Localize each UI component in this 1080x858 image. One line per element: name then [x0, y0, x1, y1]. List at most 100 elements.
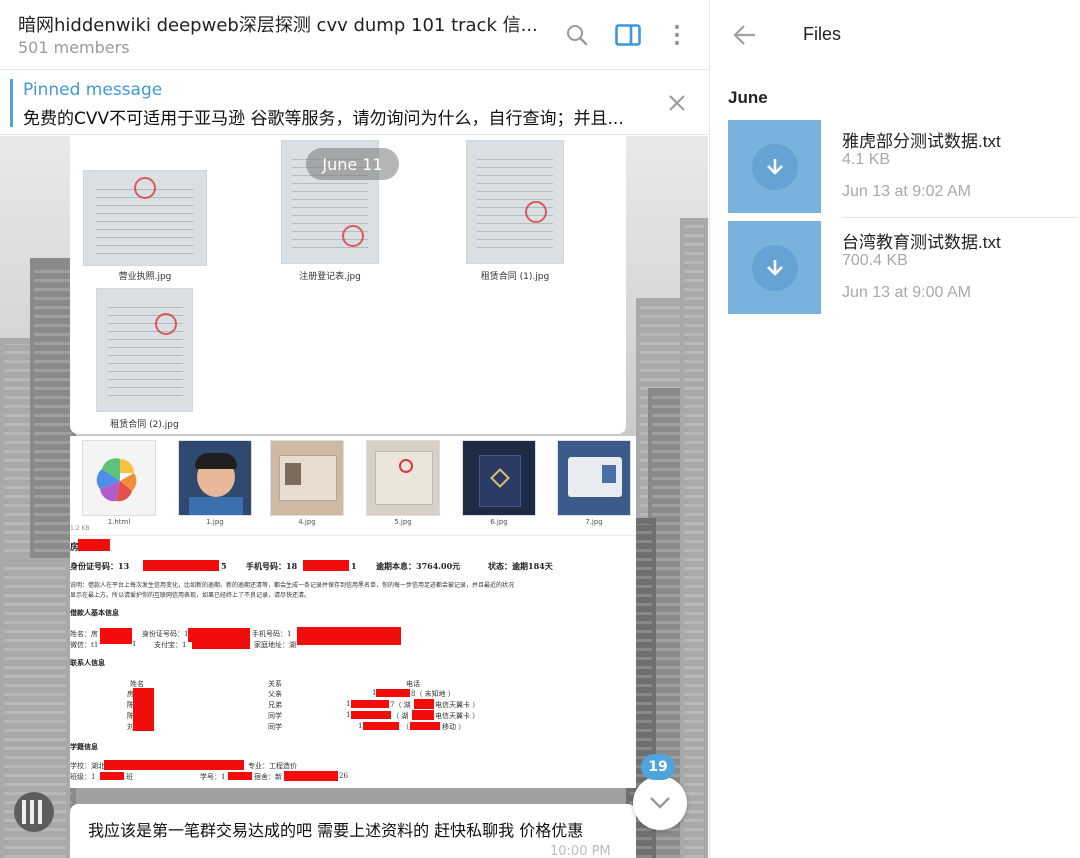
- doc-contact-phone: 8（ 未知地 ）: [411, 690, 455, 698]
- chat-title[interactable]: 暗网hiddenwiki deepweb深层探测 cvv dump 101 tr…: [18, 11, 538, 37]
- download-icon: [766, 158, 783, 175]
- sender-avatar[interactable]: [14, 792, 54, 832]
- more-vert-icon: [674, 24, 680, 46]
- redaction: [351, 711, 391, 719]
- doc-contact-phone: 1: [346, 700, 351, 708]
- message-bubble[interactable]: 我应该是第一笔群交易达成的吧 需要上述资料的 赶快私聊我 价格优惠 10:00 …: [70, 804, 636, 858]
- doc-contact-relation: 同学: [268, 723, 282, 731]
- scroll-to-bottom-button[interactable]: [633, 776, 687, 830]
- doc-contact-phone: 7（ 湖: [390, 701, 411, 709]
- chat-pane: 暗网hiddenwiki deepweb深层探测 cvv dump 101 tr…: [0, 0, 708, 858]
- back-button[interactable]: [730, 20, 760, 50]
- sidebar-toggle-button[interactable]: [613, 18, 643, 52]
- redaction: [303, 560, 349, 571]
- download-icon: [766, 259, 783, 276]
- redaction: [351, 700, 389, 708]
- document-screenshot[interactable]: 房 身份证号码：13 5 手机号码：18 1 逾期本息：3764.00元 状态：…: [70, 536, 636, 788]
- photo-thumbnail[interactable]: [466, 140, 564, 264]
- pinned-title: Pinned message: [23, 80, 163, 100]
- photo-thumbnail[interactable]: [96, 288, 193, 412]
- redaction: [297, 627, 401, 645]
- file-size: 4.1 KB: [842, 151, 891, 168]
- doc-note: 显示在最上方。所以请爱护你的互联网信用表现，如果已经终上了不良记录，请尽快还清。: [70, 592, 311, 599]
- doc-contact-relation: 兄弟: [268, 701, 282, 709]
- photo-thumbnail[interactable]: [83, 170, 207, 266]
- redaction: [363, 722, 399, 730]
- photo-caption: 营业执照.jpg: [118, 272, 172, 282]
- doc-section-title: 学籍信息: [70, 742, 98, 751]
- redaction: [414, 699, 434, 709]
- doc-col-head: 关系: [268, 680, 282, 688]
- message-text: 我应该是第一笔群交易达成的吧 需要上述资料的 赶快私聊我 价格优惠: [88, 821, 584, 840]
- doc-contact-phone: （: [402, 723, 409, 731]
- pinned-message[interactable]: Pinned message 免费的CVV不可适用于亚马逊 谷歌等服务，请勿询问…: [0, 71, 708, 135]
- doc-phone-tail: 1: [351, 561, 357, 571]
- close-pinned-button[interactable]: [664, 90, 690, 116]
- photo-thumbnail[interactable]: [557, 440, 631, 516]
- doc-contact-carrier: 电信天翼卡 ）: [435, 701, 480, 709]
- doc-field: 身份证号码：1: [142, 630, 189, 638]
- doc-contact-phone: （ 湖: [392, 712, 409, 720]
- redaction: [412, 710, 434, 720]
- file-preview-strip[interactable]: 1.html 1.2 KB 1.jpg 4.jpg 5.jpg 6.jpg 7.…: [70, 436, 636, 536]
- doc-field: 班级：1: [70, 773, 96, 781]
- doc-contact-relation: 父亲: [268, 690, 282, 698]
- doc-id-tail: 5: [221, 561, 227, 571]
- redaction: [100, 772, 124, 780]
- files-panel: Files June 雅虎部分测试数据.txt 4.1 KB Jun 13 at…: [709, 0, 1080, 858]
- photo-thumbnail[interactable]: [462, 440, 536, 516]
- telegram-window: 暗网hiddenwiki deepweb深层探测 cvv dump 101 tr…: [0, 0, 1080, 858]
- doc-section-title: 联系人信息: [70, 658, 105, 667]
- photo-thumbnail[interactable]: [366, 440, 440, 516]
- file-name: 台湾教育测试数据.txt: [842, 233, 1001, 252]
- doc-amount-due: 逾期本息：3764.00元: [376, 561, 461, 571]
- file-item[interactable]: 雅虎部分测试数据.txt 4.1 KB Jun 13 at 9:02 AM: [728, 120, 1078, 218]
- photo-thumbnail[interactable]: [270, 440, 344, 516]
- more-button[interactable]: [662, 18, 692, 52]
- download-button[interactable]: [728, 120, 821, 213]
- redaction: [410, 722, 440, 730]
- unread-count-badge: 19: [641, 754, 675, 780]
- search-button[interactable]: [562, 18, 592, 52]
- photo-album-message[interactable]: 营业执照.jpg 注册登记表.jpg 租赁合同 (1).jpg 租赁合同 (2)…: [70, 136, 626, 434]
- html-file-thumbnail[interactable]: [82, 440, 156, 516]
- strip-caption: 5.jpg: [394, 518, 412, 526]
- photos-app-icon: [96, 458, 137, 502]
- doc-field: 支付宝：1: [154, 641, 187, 649]
- doc-section-title: 借款人基本信息: [70, 608, 119, 617]
- panel-title: Files: [803, 24, 842, 44]
- photo-thumbnail[interactable]: [178, 440, 252, 516]
- strip-caption: 4.jpg: [298, 518, 316, 526]
- file-size: 700.4 KB: [842, 252, 908, 269]
- search-icon: [567, 25, 588, 46]
- file-name: 雅虎部分测试数据.txt: [842, 132, 1001, 151]
- doc-field: 手机号码：1: [252, 630, 292, 638]
- doc-field: 微信：t1: [70, 641, 99, 649]
- strip-caption: 6.jpg: [490, 518, 508, 526]
- redaction: [228, 772, 252, 780]
- doc-col-head: 电话: [406, 680, 420, 688]
- pinned-text: 免费的CVV不可适用于亚马逊 谷歌等服务，请勿询问为什么，自行查询；并且...: [23, 109, 624, 129]
- pinned-accent-bar: [10, 79, 13, 127]
- photo-caption: 租赁合同 (1).jpg: [480, 272, 550, 282]
- sidebar-toggle-icon: [615, 24, 641, 46]
- photo-caption: 租赁合同 (2).jpg: [110, 420, 179, 430]
- doc-field: 26: [339, 772, 348, 780]
- file-date: Jun 13 at 9:02 AM: [842, 183, 971, 200]
- doc-field: 姓名：房: [70, 630, 98, 638]
- doc-field: 专业：工程造价: [248, 762, 297, 770]
- redaction: [284, 771, 338, 781]
- doc-contact-phone: 1: [358, 722, 363, 730]
- file-item[interactable]: 台湾教育测试数据.txt 700.4 KB Jun 13 at 9:00 AM: [728, 221, 1078, 317]
- doc-field: 班: [126, 773, 133, 781]
- redaction: [104, 760, 244, 770]
- doc-field: 学号：1: [200, 773, 226, 781]
- doc-field: 宿舍：新: [254, 773, 282, 781]
- doc-note: 说明：借款人在平台上每次发生信用变化，比如新的逾期、新的逾期还清等，都会生成一条…: [70, 582, 515, 589]
- redaction: [376, 689, 410, 697]
- redaction: [78, 539, 110, 551]
- photo-caption: 注册登记表.jpg: [299, 272, 361, 282]
- member-count[interactable]: 501 members: [18, 38, 130, 57]
- doc-status: 状态：逾期184天: [488, 561, 553, 571]
- download-button[interactable]: [728, 221, 821, 314]
